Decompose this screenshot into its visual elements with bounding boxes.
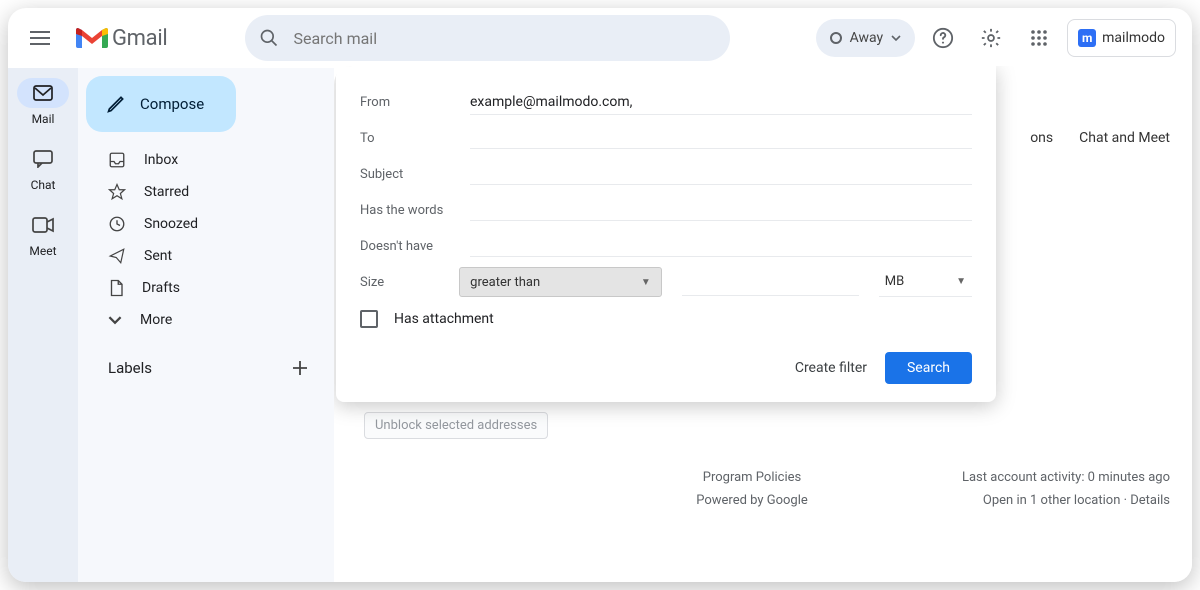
nav-drafts[interactable]: Drafts [86, 272, 326, 304]
size-value-input[interactable] [682, 268, 859, 296]
gmail-logo[interactable]: Gmail [76, 26, 167, 51]
chat-icon [33, 150, 53, 168]
open-location-text: Open in 1 other location · [983, 493, 1130, 508]
pencil-icon [106, 94, 126, 114]
tab-fragment[interactable]: ons [1030, 130, 1053, 146]
inbox-icon [108, 151, 126, 169]
gear-icon [980, 27, 1002, 49]
apps-grid-icon [1030, 29, 1048, 47]
subject-label: Subject [360, 167, 470, 182]
nothave-label: Doesn't have [360, 239, 470, 254]
details-link[interactable]: Details [1130, 493, 1170, 508]
nav-more-label: More [140, 312, 172, 328]
nav-drafts-label: Drafts [142, 280, 180, 296]
nav-starred-label: Starred [144, 184, 189, 200]
mailmodo-addon-chip[interactable]: mailmodo [1067, 19, 1176, 57]
haswords-input[interactable] [470, 199, 972, 221]
nav-inbox-label: Inbox [144, 152, 178, 168]
settings-button[interactable] [971, 18, 1011, 58]
nav-snoozed-label: Snoozed [144, 216, 198, 232]
to-label: To [360, 131, 470, 146]
mail-icon [33, 85, 53, 101]
main-menu-button[interactable] [16, 14, 64, 62]
labels-header: Labels [108, 359, 152, 377]
footer: Program Policies Powered by Google Last … [334, 466, 1170, 513]
main-content: ons Chat and Meet Unblock selected addre… [334, 66, 1192, 582]
rail-mail-label: Mail [32, 112, 55, 126]
program-policies-link[interactable]: Program Policies [703, 470, 801, 485]
rail-mail[interactable]: Mail [17, 78, 69, 126]
nav-more[interactable]: More [86, 304, 326, 336]
sent-icon [108, 247, 126, 265]
help-icon [932, 27, 954, 49]
status-away-icon [830, 32, 842, 44]
gmail-logo-text: Gmail [112, 26, 167, 51]
size-unit-select[interactable]: MB ▼ [879, 267, 972, 297]
nav-inbox[interactable]: Inbox [86, 144, 326, 176]
size-operator-value: greater than [470, 275, 540, 290]
status-label: Away [850, 30, 884, 46]
size-operator-select[interactable]: greater than ▼ [459, 267, 662, 297]
search-filter-panel: From example@mailmodo.com, To Subject Ha… [336, 66, 996, 402]
compose-button[interactable]: Compose [86, 76, 236, 132]
sidebar: Compose Inbox Starred Snoozed Sent [78, 68, 334, 582]
from-input[interactable]: example@mailmodo.com, [470, 90, 972, 115]
dropdown-triangle-icon: ▼ [641, 277, 651, 288]
support-button[interactable] [923, 18, 963, 58]
nothave-input[interactable] [470, 235, 972, 257]
has-attachment-label: Has attachment [394, 311, 494, 327]
plus-icon [292, 360, 308, 376]
chevron-down-icon [891, 35, 901, 41]
size-label: Size [360, 275, 451, 290]
unblock-section: Unblock selected addresses [364, 412, 548, 439]
dropdown-triangle-icon: ▼ [956, 276, 966, 287]
search-bar[interactable] [245, 15, 730, 61]
clock-icon [108, 215, 126, 233]
create-filter-button[interactable]: Create filter [795, 360, 867, 376]
add-label-button[interactable] [288, 356, 312, 380]
settings-tabs-partial: ons Chat and Meet [1030, 130, 1170, 146]
mailmodo-icon [1078, 29, 1096, 47]
tab-chat-meet[interactable]: Chat and Meet [1079, 130, 1170, 146]
apps-button[interactable] [1019, 18, 1059, 58]
unblock-button: Unblock selected addresses [364, 412, 548, 439]
draft-icon [108, 279, 124, 297]
to-input[interactable] [470, 127, 972, 149]
size-unit-value: MB [885, 274, 904, 289]
haswords-label: Has the words [360, 203, 470, 218]
status-chip[interactable]: Away [816, 19, 916, 57]
subject-input[interactable] [470, 163, 972, 185]
has-attachment-checkbox[interactable] [360, 310, 378, 328]
mailmodo-label: mailmodo [1102, 30, 1165, 46]
compose-label: Compose [140, 95, 204, 113]
star-icon [108, 183, 126, 201]
rail-meet-label: Meet [29, 244, 56, 258]
nav-sent[interactable]: Sent [86, 240, 326, 272]
search-input[interactable] [293, 29, 716, 48]
nav-sent-label: Sent [144, 248, 172, 264]
gmail-logo-icon [76, 26, 108, 50]
from-label: From [360, 95, 470, 110]
rail-chat[interactable]: Chat [17, 144, 69, 192]
app-rail: Mail Chat Meet [8, 68, 78, 582]
search-button[interactable]: Search [885, 352, 972, 384]
chevron-down-icon [108, 313, 122, 327]
powered-by-text: Powered by Google [696, 489, 808, 512]
search-icon [259, 28, 279, 48]
last-activity-text: Last account activity: 0 minutes ago [962, 466, 1170, 489]
meet-icon [32, 217, 54, 233]
rail-chat-label: Chat [31, 178, 56, 192]
rail-meet[interactable]: Meet [17, 210, 69, 258]
header: Gmail Away mailmodo [8, 8, 1192, 68]
nav-snoozed[interactable]: Snoozed [86, 208, 326, 240]
nav-starred[interactable]: Starred [86, 176, 326, 208]
